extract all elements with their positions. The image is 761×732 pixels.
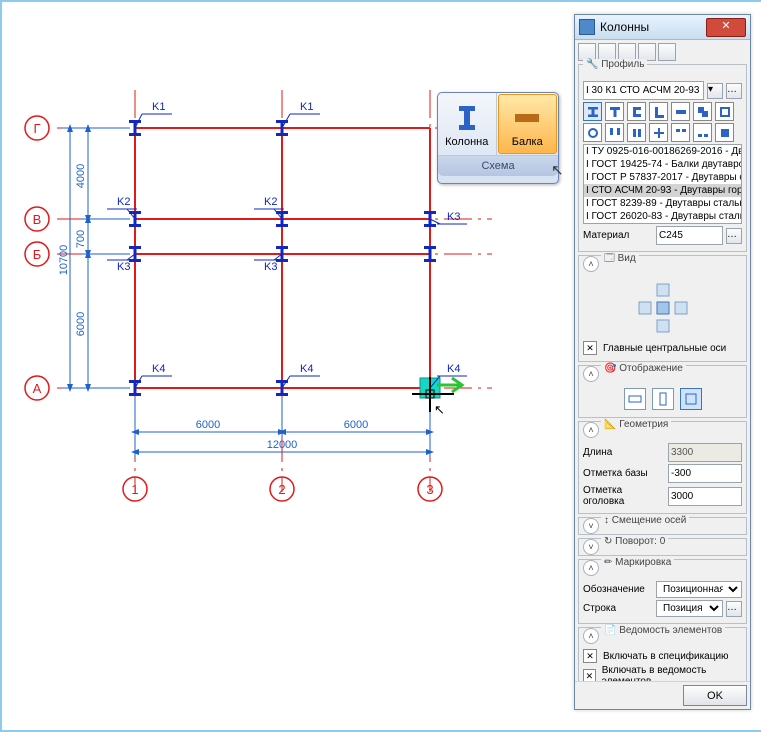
svg-text:1: 1 [131, 482, 138, 497]
panel-title: Колонны [600, 20, 649, 34]
shape-pipe[interactable] [583, 123, 602, 142]
standards-list[interactable]: I ТУ 0925-016-00186269-2016 - Двут ▸I ГО… [583, 144, 742, 224]
column-label: Колонна [445, 136, 488, 148]
shape-plate[interactable] [671, 102, 690, 121]
material-browse[interactable]: … [726, 228, 742, 244]
svg-text:Б: Б [33, 247, 42, 262]
svg-text:3: 3 [426, 482, 433, 497]
shape-row-2 [583, 123, 742, 142]
shape-box[interactable] [715, 102, 734, 121]
rotate-toggle[interactable]: ˅ [583, 539, 599, 555]
axes-check-label: Главные центральные оси [603, 343, 726, 354]
standard-row[interactable]: I ГОСТ 26020-83 - Двутавры стальн ▸ [584, 210, 741, 223]
svg-text:4000: 4000 [75, 164, 87, 188]
marking-group: ˄✏ Маркировка Обозначение Позиционная вы… [578, 559, 747, 624]
offset-group: ˅↕ Смещение осей [578, 517, 747, 535]
svg-text:А: А [33, 381, 42, 396]
mark-row-sel[interactable]: Позиция [656, 600, 723, 617]
shape-custom[interactable] [715, 123, 734, 142]
display-toggle[interactable]: ˄ [583, 366, 599, 382]
shape-Z[interactable] [693, 102, 712, 121]
view-toggle[interactable]: ˄ [583, 256, 599, 272]
length-input [668, 443, 742, 462]
shape-2C[interactable] [627, 123, 646, 142]
svg-text:K1: K1 [152, 101, 165, 113]
ribbon-caption: Схема [438, 155, 558, 176]
tb-icon-5[interactable] [658, 43, 676, 61]
svg-text:K4: K4 [300, 363, 313, 375]
profile-dropdown[interactable]: ▾ [707, 83, 723, 99]
disp-3[interactable] [680, 388, 702, 410]
view-widget[interactable] [583, 277, 742, 339]
shape-2U[interactable] [671, 123, 690, 142]
offset-toggle[interactable]: ˅ [583, 518, 599, 534]
svg-text:700: 700 [75, 230, 87, 248]
svg-text:K4: K4 [152, 363, 165, 375]
svg-text:K3: K3 [447, 211, 460, 223]
mark-toggle[interactable]: ˄ [583, 560, 599, 576]
shape-I[interactable] [583, 102, 602, 121]
svg-text:↖: ↖ [434, 402, 445, 417]
top-input[interactable] [668, 487, 742, 506]
beam-button[interactable]: Балка [498, 94, 558, 154]
display-group: ˄🎯 Отображение [578, 365, 747, 418]
svg-text:Г: Г [33, 121, 40, 136]
elem-toggle[interactable]: ˄ [583, 628, 599, 644]
mark-designation-sel[interactable]: Позиционная выноска [656, 581, 742, 598]
profile-group: 🔧 Профиль ▾ … [578, 64, 747, 252]
beam-label: Балка [512, 136, 543, 148]
standard-row[interactable]: I ГОСТ 8239-89 - Двутавры стальные ▸ [584, 197, 741, 210]
shape-T[interactable] [605, 102, 624, 121]
columns-panel: Колонны ✕ 🔧 Профиль ▾ … [574, 14, 751, 710]
standard-row[interactable]: I ГОСТ 19425-74 - Балки двутавровы ▸ [584, 158, 741, 171]
standard-row[interactable]: I ТУ 0925-016-00186269-2016 - Двут ▸ [584, 145, 741, 158]
material-input[interactable] [656, 226, 723, 245]
svg-text:12000: 12000 [267, 439, 298, 451]
axes-check[interactable]: ✕ [583, 341, 597, 355]
svg-text:2: 2 [278, 482, 285, 497]
standard-row[interactable]: I ГОСТ Р 57837-2017 - Двутавры ста ▸ [584, 171, 741, 184]
shape-2L[interactable] [605, 123, 624, 142]
svg-text:K1: K1 [300, 101, 313, 113]
geometry-group: ˄📐 Геометрия Длина Отметка базы Отметка … [578, 421, 747, 514]
ok-button[interactable]: OK [683, 685, 747, 706]
svg-text:K2: K2 [117, 196, 130, 208]
shape-row-1 [583, 102, 742, 121]
shape-cross[interactable] [649, 123, 668, 142]
ribbon-scheme: Колонна Балка Схема [437, 92, 559, 184]
svg-text:В: В [33, 212, 42, 227]
mark-row-more[interactable]: … [726, 601, 742, 617]
close-button[interactable]: ✕ [706, 18, 746, 37]
profile-browse[interactable]: … [726, 83, 742, 99]
panel-titlebar[interactable]: Колонны ✕ [575, 15, 750, 40]
profile-input[interactable] [583, 81, 704, 100]
elements-group: ˄📄 Ведомость элементов ✕Включать в специ… [578, 627, 747, 681]
svg-text:K3: K3 [117, 261, 130, 273]
svg-text:6000: 6000 [196, 419, 220, 431]
svg-text:K2: K2 [264, 196, 277, 208]
standard-row[interactable]: I СТО АСЧМ 20-93 - Двутавры горяч ▸ [584, 184, 741, 197]
shape-L[interactable] [649, 102, 668, 121]
geom-toggle[interactable]: ˄ [583, 422, 599, 438]
disp-1[interactable] [624, 388, 646, 410]
svg-text:10700: 10700 [58, 245, 70, 276]
rotate-group: ˅↻ Поворот: 0 [578, 538, 747, 556]
shape-C[interactable] [627, 102, 646, 121]
svg-text:K4: K4 [447, 363, 460, 375]
material-label: Материал [583, 230, 653, 241]
view-group: ˄🗔 Вид ✕Главные центральные оси [578, 255, 747, 362]
spec-check[interactable]: ✕ [583, 649, 597, 663]
shape-2Ub[interactable] [693, 123, 712, 142]
column-button[interactable]: Колонна [438, 93, 497, 155]
base-input[interactable] [668, 464, 742, 483]
svg-text:K3: K3 [264, 261, 277, 273]
list-check[interactable]: ✕ [583, 669, 596, 681]
svg-text:6000: 6000 [344, 419, 368, 431]
app-icon [579, 19, 595, 35]
svg-text:6000: 6000 [75, 312, 87, 336]
disp-2[interactable] [652, 388, 674, 410]
